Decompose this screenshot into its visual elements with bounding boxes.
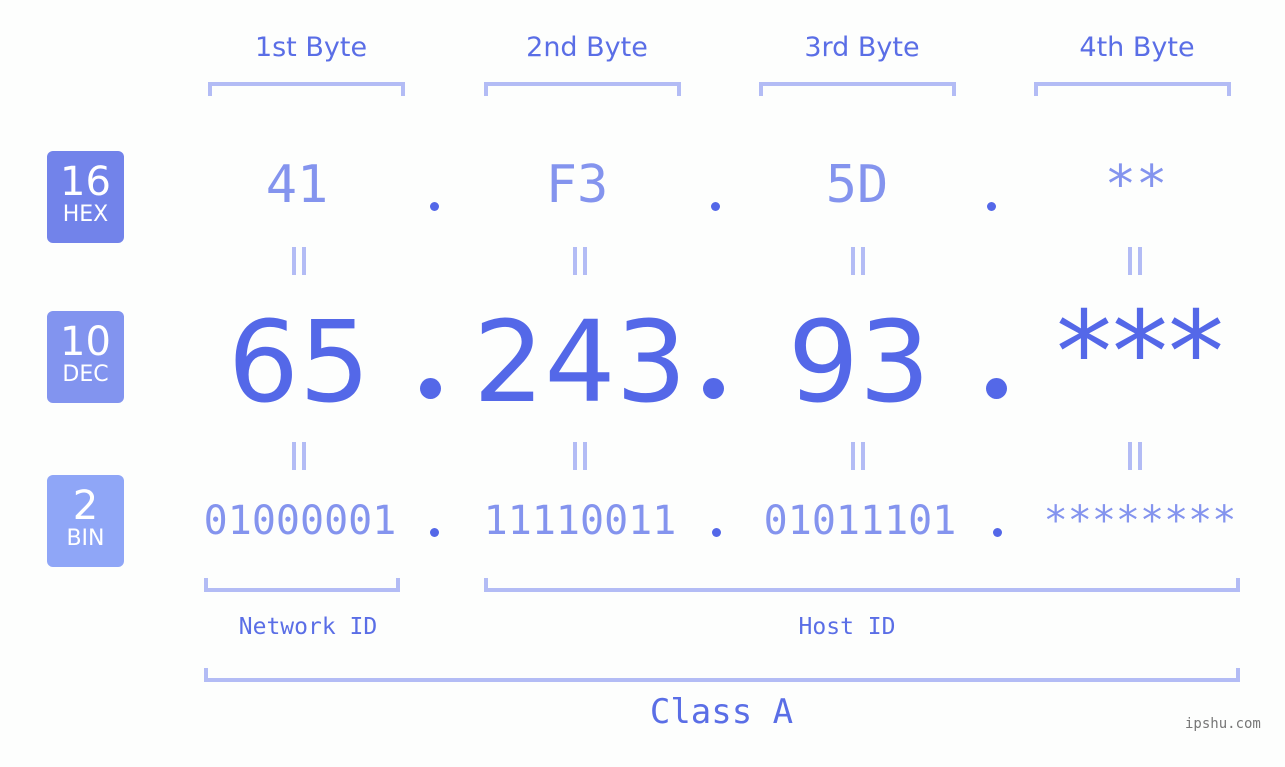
byte-header-3: 3rd Byte — [804, 32, 920, 63]
hex-byte-1: 41 — [265, 155, 329, 215]
dec-badge-label: DEC — [62, 362, 109, 387]
network-id-bracket — [204, 578, 400, 592]
hex-badge-label: HEX — [62, 202, 109, 227]
byte-header-4: 4th Byte — [1079, 32, 1195, 63]
class-bracket — [204, 668, 1240, 682]
bin-badge: 2 BIN — [47, 475, 124, 567]
dec-byte-1: 65 — [227, 298, 371, 428]
watermark: ipshu.com — [1185, 716, 1261, 732]
byte-header-1: 1st Byte — [254, 32, 368, 63]
bin-dot-1 — [430, 528, 439, 537]
hex-dot-3 — [987, 202, 996, 211]
equals-icon — [573, 247, 587, 275]
equals-icon — [292, 247, 306, 275]
bin-byte-1: 01000001 — [203, 498, 397, 544]
bin-badge-label: BIN — [66, 526, 105, 551]
dec-dot-2 — [703, 378, 724, 399]
byte-bracket-3 — [759, 82, 956, 96]
equals-icon — [573, 442, 587, 470]
dec-byte-2: 243 — [473, 298, 687, 428]
equals-icon — [851, 247, 865, 275]
class-label: Class A — [649, 692, 794, 732]
dec-byte-4: *** — [1056, 288, 1224, 418]
bin-byte-2: 11110011 — [483, 498, 677, 544]
equals-icon — [1128, 247, 1142, 275]
bin-byte-4: ******** — [1043, 498, 1237, 544]
dec-dot-1 — [420, 378, 441, 399]
byte-header-2: 2nd Byte — [526, 32, 648, 63]
hex-byte-4: ** — [1104, 155, 1168, 215]
dec-badge-number: 10 — [60, 319, 111, 365]
bin-dot-3 — [993, 528, 1002, 537]
hex-badge-number: 16 — [60, 159, 111, 205]
hex-badge: 16 HEX — [47, 151, 124, 243]
hex-dot-1 — [430, 202, 439, 211]
byte-bracket-4 — [1034, 82, 1231, 96]
equals-icon — [292, 442, 306, 470]
dec-dot-3 — [986, 378, 1007, 399]
dec-badge: 10 DEC — [47, 311, 124, 403]
equals-icon — [851, 442, 865, 470]
bin-dot-2 — [712, 528, 721, 537]
byte-bracket-2 — [484, 82, 681, 96]
hex-byte-2: F3 — [545, 155, 609, 215]
bin-byte-3: 01011101 — [763, 498, 957, 544]
host-id-bracket — [484, 578, 1240, 592]
host-id-label: Host ID — [798, 614, 896, 640]
equals-icon — [1128, 442, 1142, 470]
byte-bracket-1 — [208, 82, 405, 96]
hex-byte-3: 5D — [825, 155, 889, 215]
dec-byte-3: 93 — [787, 298, 931, 428]
hex-dot-2 — [711, 202, 720, 211]
network-id-label: Network ID — [238, 614, 378, 640]
bin-badge-number: 2 — [72, 483, 99, 529]
